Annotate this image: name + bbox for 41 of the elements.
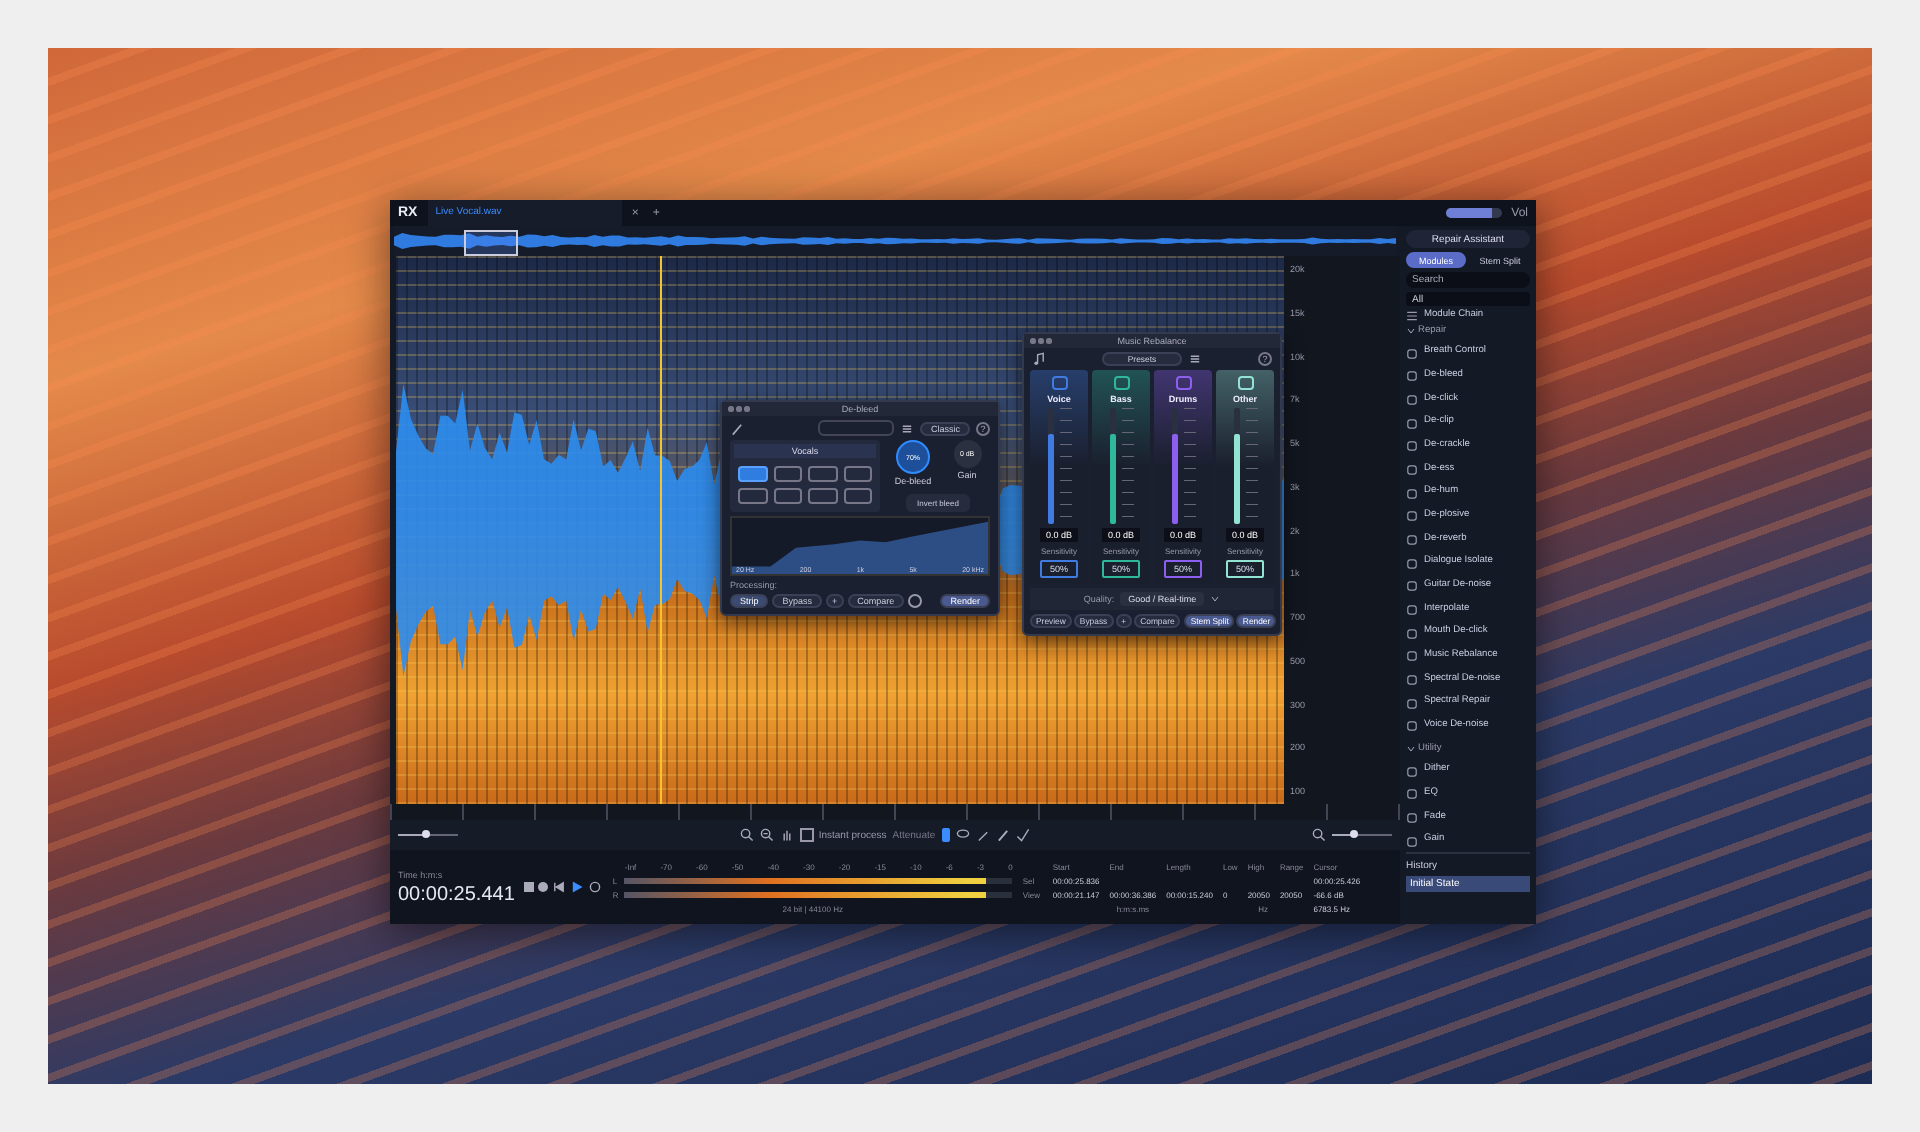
stop-icon[interactable] xyxy=(524,882,535,892)
skip-back-icon[interactable] xyxy=(552,880,567,894)
lasso-icon[interactable] xyxy=(955,828,970,842)
chevron-icon xyxy=(1406,744,1416,755)
play-icon[interactable] xyxy=(570,880,585,894)
instrument-icon xyxy=(1051,376,1067,390)
instrument-icon[interactable] xyxy=(843,488,872,504)
instrument-icon xyxy=(1237,376,1253,390)
fader-track[interactable] xyxy=(1047,408,1053,524)
check-icon[interactable] xyxy=(1015,828,1030,842)
search-icon[interactable] xyxy=(1312,828,1326,842)
list-icon[interactable] xyxy=(1188,352,1202,366)
time-display: 00:00:25.441 xyxy=(398,883,515,905)
chevron-down-icon xyxy=(1210,594,1221,604)
instrument-icon[interactable] xyxy=(773,466,802,482)
chevron-icon xyxy=(1406,326,1416,336)
fader-track[interactable] xyxy=(1171,408,1177,524)
window-controls-icon[interactable] xyxy=(1030,338,1051,343)
chain-icon xyxy=(1406,310,1418,322)
zoom-out-icon[interactable] xyxy=(760,828,775,842)
volume-slider[interactable] xyxy=(1445,208,1502,218)
reset-icon[interactable] xyxy=(908,594,923,608)
waveform-overview[interactable] xyxy=(394,226,1396,256)
fader-track[interactable] xyxy=(1109,408,1115,524)
music-note-icon xyxy=(1032,352,1046,366)
checkbox[interactable] xyxy=(800,828,815,842)
instrument-icon xyxy=(1113,376,1129,390)
instrument-icon[interactable] xyxy=(738,488,767,504)
instrument-icon[interactable] xyxy=(843,466,872,482)
instrument-icon xyxy=(1175,376,1191,390)
loop-icon[interactable] xyxy=(588,880,603,894)
selection-tool-icon[interactable] xyxy=(941,828,950,842)
overview-selection xyxy=(464,230,518,256)
fader-track[interactable] xyxy=(1233,408,1239,524)
window-controls-icon[interactable] xyxy=(728,406,749,411)
instrument-icon[interactable] xyxy=(808,466,837,482)
instrument-icon[interactable] xyxy=(773,488,802,504)
zoom-in-icon[interactable] xyxy=(740,828,755,842)
record-icon[interactable] xyxy=(538,882,549,892)
list-icon[interactable] xyxy=(900,421,915,435)
instrument-icon[interactable] xyxy=(808,488,837,504)
